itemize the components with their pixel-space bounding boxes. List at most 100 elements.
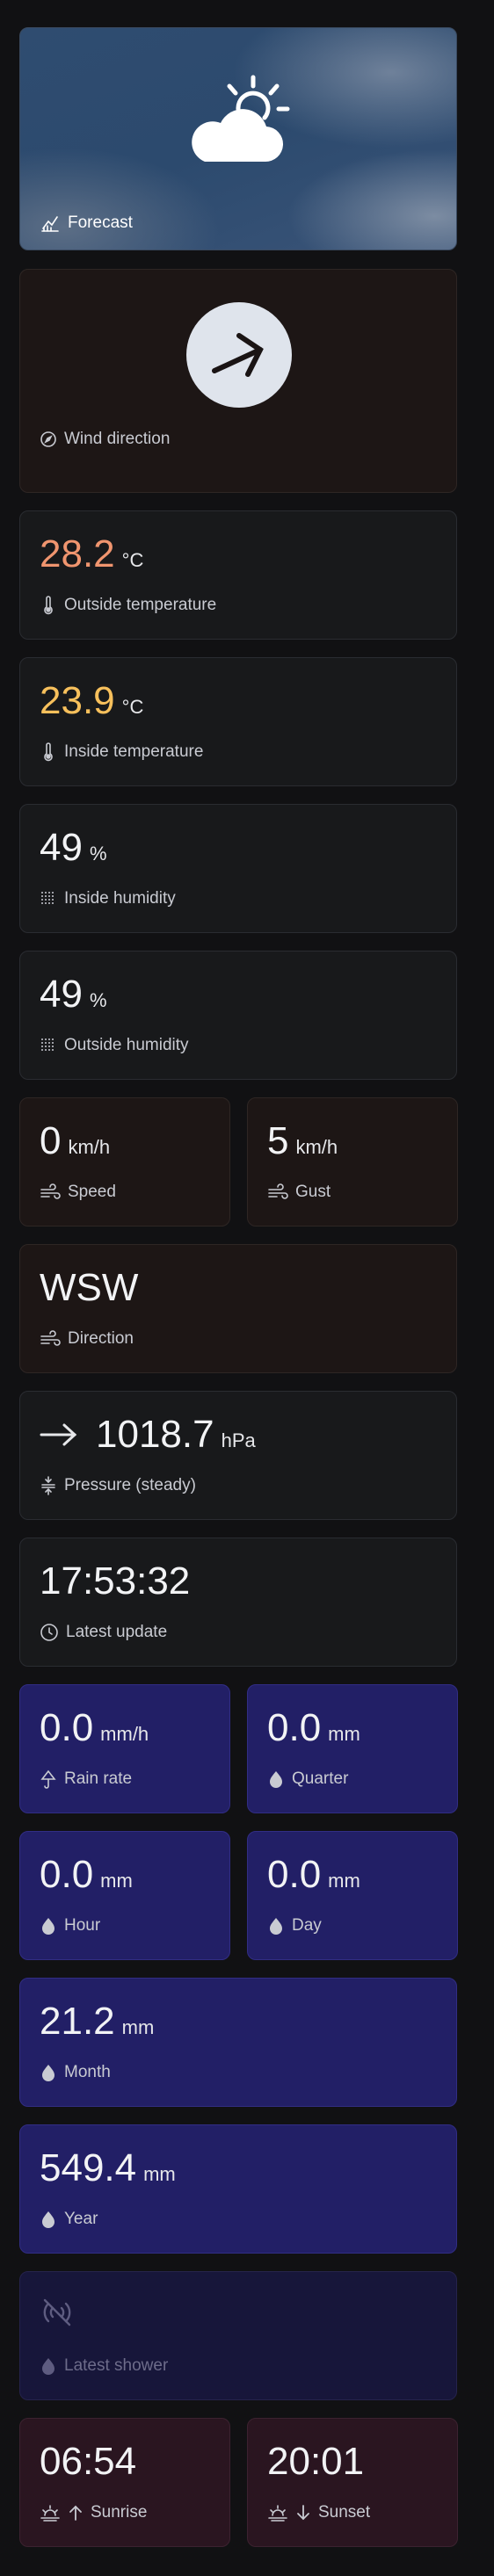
rain-rate-card[interactable]: 0.0 mm/h Rain rate [19,1684,230,1813]
wind-speed-card[interactable]: 0 km/h Speed [19,1097,230,1226]
inside-humidity-card[interactable]: 49% Inside humidity [19,804,457,933]
arrow-right-icon [40,1423,77,1446]
trend-chart-icon [41,216,59,232]
rain-hour-unit: mm [100,1870,133,1892]
wind-gust-value: 5 [267,1119,289,1162]
rain-day-unit: mm [328,1870,360,1892]
latest-update-value: 17:53:32 [40,1559,191,1603]
wind-direction-value: WSW [40,1266,139,1309]
latest-update-value-row: 17:53:32 [40,1559,190,1603]
inside-humidity-unit: % [89,843,107,865]
outside-humidity-value: 49 [40,973,83,1016]
rain-rate-label: Rain rate [64,1769,133,1788]
outside-humidity-label: Outside humidity [64,1036,189,1054]
rain-month-value-row: 21.2 mm [40,2000,154,2044]
outside-temperature-card[interactable]: 28.2 °C Outside temperature [19,510,457,640]
sunrise-card[interactable]: 06:54 Sunrise [19,2418,230,2547]
rain-hour-card[interactable]: 0.0 mm Hour [19,1831,230,1960]
rain-quarter-value: 0.0 [267,1706,322,1749]
rain-month-unit: mm [121,2016,155,2038]
rain-rate-value: 0.0 [40,1706,94,1749]
wind-icon [268,1183,288,1199]
outside-humidity-card[interactable]: 49% Outside humidity [19,951,457,1080]
latest-shower-label: Latest shower [64,2356,169,2375]
pressure-label-row: Pressure (steady) [40,1476,196,1495]
thermometer-icon [44,742,53,762]
sunset-card[interactable]: 20:01 Sunset [247,2418,458,2547]
rain-month-label: Month [64,2063,111,2081]
pressure-unit: hPa [221,1429,256,1451]
clock-icon [40,1624,58,1641]
wind-direction-value-row: WSW [40,1266,138,1310]
outside-temperature-value: 28.2 [40,532,115,575]
rain-rate-value-row: 0.0 mm/h [40,1706,149,1750]
forecast-label-row: Forecast [40,213,133,234]
wind-gust-unit: km/h [295,1136,338,1158]
rain-quarter-card[interactable]: 0.0 mm Quarter [247,1684,458,1813]
inside-temperature-value: 23.9 [40,679,115,722]
wind-speed-unit: km/h [68,1136,111,1158]
forecast-label: Forecast [68,213,133,232]
outside-humidity-label-row: Outside humidity [40,1036,189,1055]
rain-month-value: 21.2 [40,2000,115,2043]
inside-temperature-value-row: 23.9 °C [40,679,143,723]
thermometer-icon [44,596,53,615]
rain-day-card[interactable]: 0.0 mm Day [247,1831,458,1960]
inside-temperature-label-row: Inside temperature [40,742,203,762]
arrow-down-icon [297,2505,309,2521]
forecast-card[interactable]: Forecast [19,27,457,250]
inside-humidity-label: Inside humidity [64,889,176,908]
wind-direction-label: Wind direction [64,430,171,448]
droplet-icon [42,2065,54,2081]
sunrise-label-row: Sunrise [40,2503,147,2522]
latest-update-label-row: Latest update [40,1623,167,1642]
wind-direction-text-card[interactable]: WSW Direction [19,1244,457,1373]
wind-speed-label: Speed [68,1183,116,1201]
rain-month-card[interactable]: 21.2 mm Month [19,1978,457,2107]
humidity-dots-icon [41,892,54,904]
wind-direction-card[interactable]: Wind direction [19,269,457,493]
droplet-icon [42,2211,54,2228]
pressure-card[interactable]: 1018.7 hPa Pressure (steady) [19,1391,457,1520]
rain-day-label-row: Day [267,1916,322,1936]
rain-hour-value: 0.0 [40,1853,94,1896]
pressure-label: Pressure (steady) [64,1476,196,1494]
rain-year-value-row: 549.4 mm [40,2146,176,2190]
rain-year-unit: mm [143,2163,176,2185]
rain-hour-label: Hour [64,1916,101,1935]
inside-humidity-label-row: Inside humidity [40,889,176,908]
rain-year-label-row: Year [40,2210,98,2229]
rain-rate-label-row: Rain rate [40,1769,132,1789]
wind-direction-dial [186,302,292,408]
rain-quarter-label-row: Quarter [267,1769,348,1789]
droplet-icon [270,1918,282,1935]
droplet-icon [42,1918,54,1935]
outside-temperature-value-row: 28.2 °C [40,532,143,576]
pressure-compress-icon [41,1476,55,1495]
wind-gust-label: Gust [295,1183,331,1201]
latest-shower-label-row: Latest shower [40,2356,168,2376]
wind-direction-label-row: Wind direction [40,430,170,449]
pressure-value-row: 1018.7 hPa [40,1413,256,1457]
inside-temperature-card[interactable]: 23.9 °C Inside temperature [19,657,457,786]
outside-humidity-value-row: 49% [40,973,107,1017]
wind-gust-card[interactable]: 5 km/h Gust [247,1097,458,1226]
latest-shower-card[interactable]: Latest shower [19,2271,457,2400]
rain-quarter-value-row: 0.0 mm [267,1706,360,1750]
sunset-label-row: Sunset [267,2503,370,2522]
rain-quarter-unit: mm [328,1723,360,1745]
sunset-value-row: 20:01 [267,2440,364,2484]
umbrella-icon [40,1769,56,1789]
inside-temperature-unit: °C [121,696,144,718]
rain-month-label-row: Month [40,2063,111,2082]
droplet-icon [42,2358,54,2375]
arrow-up-right-icon [212,333,264,377]
sunset-value: 20:01 [267,2440,365,2483]
rain-year-card[interactable]: 549.4 mm Year [19,2124,457,2254]
rain-day-value: 0.0 [267,1853,322,1896]
sunset-icon [268,2505,287,2522]
latest-update-card[interactable]: 17:53:32 Latest update [19,1538,457,1667]
wind-gust-label-row: Gust [267,1183,331,1202]
wind-speed-value-row: 0 km/h [40,1119,110,1163]
wind-speed-label-row: Speed [40,1183,116,1202]
